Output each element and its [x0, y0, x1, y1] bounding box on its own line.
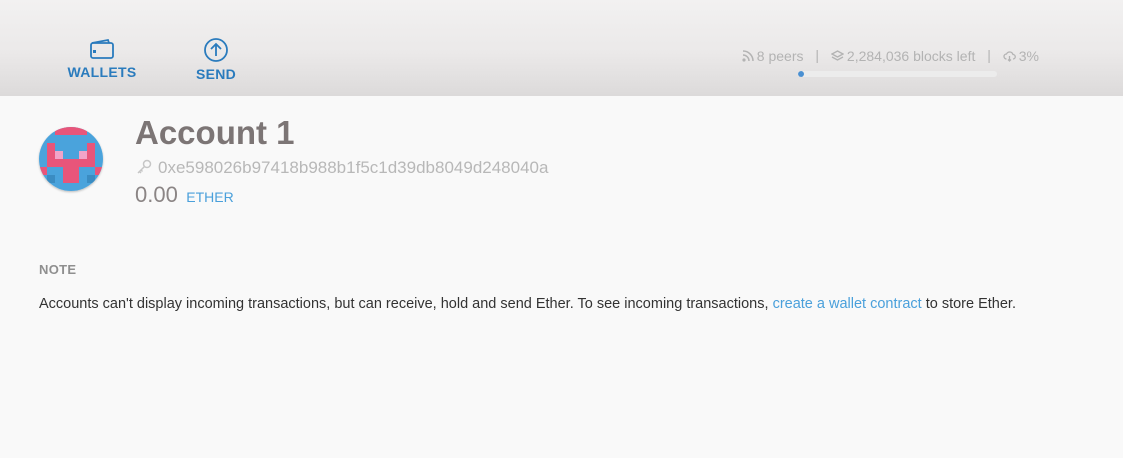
peers-status: 8 peers	[742, 47, 804, 64]
account-address-row: 0xe598026b97418b988b1f5c1d39db8049d24804…	[136, 158, 548, 178]
layers-icon	[830, 50, 845, 61]
account-identicon	[39, 127, 103, 191]
key-icon	[137, 159, 152, 174]
cloud-download-icon	[1003, 51, 1016, 62]
sync-text: 3%	[1018, 47, 1039, 64]
balance-amount: 0.00	[135, 182, 178, 207]
status-separator: |	[815, 47, 820, 64]
blocks-text: 2,284,036 blocks left	[846, 47, 976, 64]
arrow-up-circle-icon	[204, 38, 228, 62]
send-nav-button[interactable]: SEND	[171, 37, 261, 82]
account-balance: 0.00 ETHER	[135, 182, 234, 208]
balance-unit[interactable]: ETHER	[186, 189, 233, 205]
sync-progress-fill	[798, 71, 804, 77]
note-text-after: to store Ether.	[925, 296, 1016, 312]
note-heading: NOTE	[39, 262, 77, 277]
sync-status: 3%	[1003, 47, 1039, 64]
account-address[interactable]: 0xe598026b97418b988b1f5c1d39db8049d24804…	[158, 158, 548, 177]
wallet-icon	[90, 38, 114, 59]
blocks-status: 2,284,036 blocks left	[830, 47, 976, 64]
status-separator: |	[987, 47, 991, 64]
top-navigation-bar: WALLETS SEND 8 peers | 2,284,036 blocks …	[0, 0, 1123, 96]
sync-progress-bar	[798, 71, 997, 77]
network-status: 8 peers | 2,284,036 blocks left | 3%	[742, 46, 1039, 64]
note-text: Accounts can't display incoming transact…	[39, 296, 1016, 312]
rss-icon	[742, 50, 754, 62]
note-text-before: Accounts can't display incoming transact…	[39, 296, 769, 312]
wallets-nav-label: WALLETS	[67, 64, 137, 80]
send-nav-label: SEND	[195, 66, 237, 82]
peers-text: 8 peers	[756, 47, 804, 64]
account-name: Account 1	[135, 114, 295, 151]
create-wallet-contract-link[interactable]: create a wallet contract	[773, 296, 922, 312]
wallets-nav-button[interactable]: WALLETS	[57, 37, 147, 80]
